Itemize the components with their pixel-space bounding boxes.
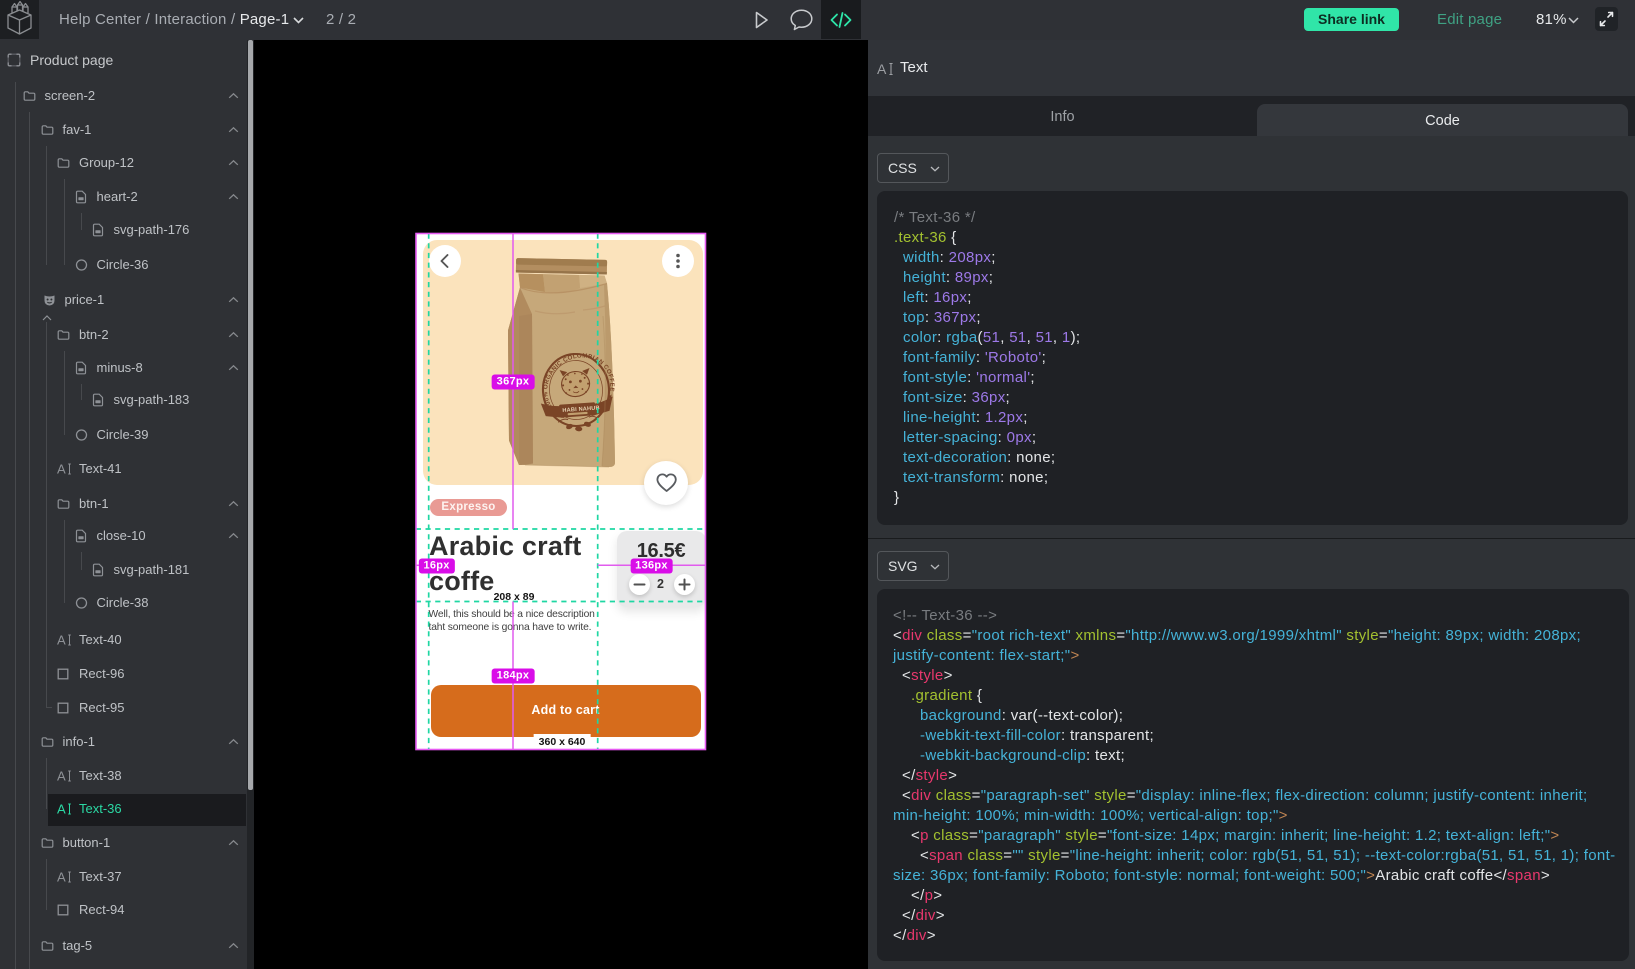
svg-text:A: A xyxy=(57,803,66,816)
svg-text:A: A xyxy=(57,770,66,783)
svg-text:A: A xyxy=(57,871,66,884)
svg-text:A: A xyxy=(877,62,887,76)
svg-text:A: A xyxy=(57,463,66,476)
svg-text:A: A xyxy=(57,634,66,647)
